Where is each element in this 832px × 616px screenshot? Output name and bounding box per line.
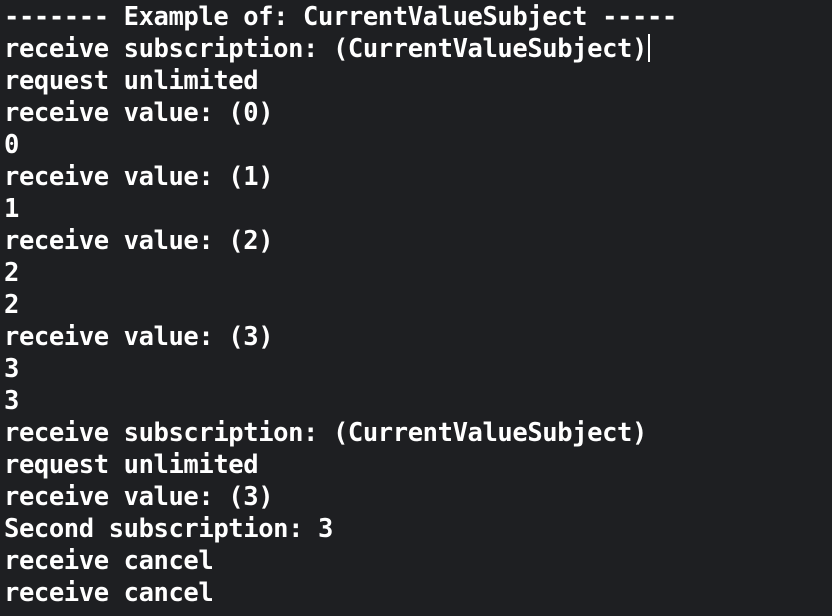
console-line-text: 2 xyxy=(4,290,19,320)
console-line: 2 xyxy=(4,289,832,321)
console-line-text: receive cancel xyxy=(4,546,214,576)
console-line-text: receive subscription: (CurrentValueSubje… xyxy=(4,34,647,64)
console-line: receive subscription: (CurrentValueSubje… xyxy=(4,417,832,449)
console-line: 3 xyxy=(4,385,832,417)
console-line: request unlimited xyxy=(4,449,832,481)
console-line-text: request unlimited xyxy=(4,66,259,96)
console-line-text: 3 xyxy=(4,386,19,416)
console-line-text: 2 xyxy=(4,258,19,288)
console-line: receive value: (3) xyxy=(4,481,832,513)
console-line-text: 1 xyxy=(4,194,19,224)
console-line-text: 0 xyxy=(4,130,19,160)
console-line: receive value: (0) xyxy=(4,97,832,129)
console-line: receive cancel xyxy=(4,577,832,609)
console-line: receive value: (3) xyxy=(4,321,832,353)
console-line-text: ------- Example of: CurrentValueSubject … xyxy=(4,2,677,32)
console-line: request unlimited xyxy=(4,65,832,97)
console-line-text: receive cancel xyxy=(4,578,214,608)
console-line: receive subscription: (CurrentValueSubje… xyxy=(4,33,832,65)
console-line: receive value: (2) xyxy=(4,225,832,257)
console-line-text: request unlimited xyxy=(4,450,259,480)
console-line: 3 xyxy=(4,353,832,385)
console-line-text: Second subscription: 3 xyxy=(4,514,333,544)
console-line-text: 3 xyxy=(4,354,19,384)
console-line-text: receive value: (0) xyxy=(4,98,274,128)
console-line: receive cancel xyxy=(4,545,832,577)
console-line: ------- Example of: CurrentValueSubject … xyxy=(4,1,832,33)
console-line: Second subscription: 3 xyxy=(4,513,832,545)
console-line-text: receive value: (2) xyxy=(4,226,274,256)
console-line: receive value: (1) xyxy=(4,161,832,193)
console-output[interactable]: ------- Example of: CurrentValueSubject … xyxy=(0,0,832,616)
console-line-text: receive value: (3) xyxy=(4,322,274,352)
console-line-text: receive value: (1) xyxy=(4,162,274,192)
text-cursor xyxy=(647,34,650,62)
console-line-text: receive subscription: (CurrentValueSubje… xyxy=(4,418,647,448)
console-line: 1 xyxy=(4,193,832,225)
console-line: 2 xyxy=(4,257,832,289)
console-line: 0 xyxy=(4,129,832,161)
console-line-text: receive value: (3) xyxy=(4,482,274,512)
